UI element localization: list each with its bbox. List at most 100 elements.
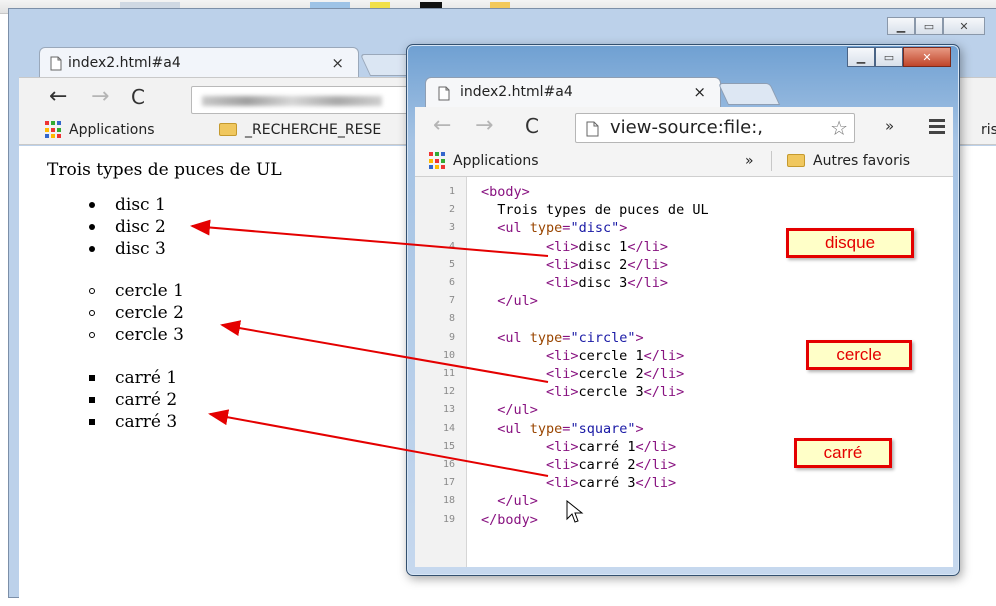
front-bookmarks-bar: Applications » Autres favoris — [415, 147, 953, 177]
back-arrow-icon[interactable]: ← — [49, 86, 67, 108]
folder-bookmark[interactable]: _RECHERCHE_RESE — [219, 122, 381, 138]
star-icon[interactable]: ☆ — [830, 116, 848, 140]
bookmarks-separator — [771, 151, 772, 171]
disc-bullet-icon — [89, 202, 95, 208]
source-text: Trois types de puces de UL — [481, 202, 709, 219]
source-text: </ul> — [481, 402, 538, 419]
back-arrow-icon[interactable]: ← — [433, 115, 451, 137]
source-text: <li>carré 2</li> — [481, 457, 677, 473]
folder-icon — [787, 154, 805, 167]
blurred-url — [202, 96, 382, 106]
annotation-cercle: cercle — [806, 340, 912, 370]
source-text: <ul type="square"> — [481, 420, 644, 437]
source-text: <body> — [481, 184, 530, 200]
truncated-bookmark[interactable]: ris — [981, 122, 996, 138]
line-number: 4 — [448, 240, 455, 252]
close-icon[interactable]: ✕ — [943, 17, 985, 35]
back-tab[interactable]: index2.html#a4 × — [39, 47, 359, 77]
circle-list: cercle 1 cercle 2 cercle 3 — [89, 280, 184, 346]
new-tab-button[interactable] — [717, 83, 781, 105]
line-number: 19 — [442, 513, 455, 525]
apps-bookmark[interactable]: Applications — [429, 152, 539, 170]
disc-list: disc 1 disc 2 disc 3 — [89, 194, 166, 260]
back-window-controls: ▁ ▭ ✕ — [887, 17, 985, 35]
other-bookmarks[interactable]: Autres favoris — [787, 153, 910, 169]
menu-icon[interactable] — [929, 119, 945, 137]
circle-bullet-icon — [89, 288, 95, 294]
extensions-chevron-icon[interactable]: » — [885, 117, 894, 135]
minimize-icon[interactable]: ▁ — [847, 47, 875, 67]
page-heading: Trois types de puces de UL — [47, 160, 282, 180]
circle-bullet-icon — [89, 332, 95, 338]
reload-icon[interactable]: C — [525, 115, 539, 137]
source-text: </ul> — [481, 493, 538, 510]
address-bar[interactable]: view-source:file:, ☆ — [575, 113, 855, 143]
forward-arrow-icon[interactable]: → — [475, 115, 493, 137]
source-text: <li>cercle 3</li> — [481, 384, 685, 401]
source-text: </ul> — [481, 293, 538, 310]
square-bullet-icon — [89, 419, 95, 425]
line-number: 15 — [442, 440, 455, 452]
line-number: 18 — [442, 495, 455, 507]
source-text: </body> — [481, 511, 538, 528]
folder-label: _RECHERCHE_RESE — [245, 122, 382, 138]
source-text: <li>disc 1</li> — [481, 238, 668, 255]
list-item: carré 1 — [89, 367, 177, 389]
line-number: 11 — [442, 368, 455, 379]
bookmarks-more-chevron[interactable]: » — [745, 153, 754, 169]
forward-arrow-icon[interactable]: → — [91, 86, 109, 108]
line-number: 12 — [442, 386, 455, 398]
source-text: <ul type="circle"> — [481, 329, 644, 346]
source-text: <li>disc 2</li> — [481, 256, 668, 273]
reload-icon[interactable]: C — [131, 86, 145, 108]
folder-icon — [219, 123, 237, 136]
mouse-cursor-icon — [566, 500, 584, 523]
line-number: 10 — [442, 349, 455, 361]
back-tab-title: index2.html#a4 — [68, 54, 181, 71]
source-text: <li>cercle 1</li> — [481, 347, 685, 364]
disc-bullet-icon — [89, 224, 95, 230]
square-bullet-icon — [89, 397, 95, 403]
close-icon[interactable]: ✕ — [903, 47, 951, 67]
line-number: 6 — [448, 277, 455, 288]
line-number: 8 — [448, 313, 455, 325]
apps-bookmark[interactable]: Applications — [45, 121, 155, 139]
page-icon — [50, 56, 62, 71]
page-icon — [438, 86, 450, 101]
line-number: 14 — [442, 422, 455, 434]
list-item: carré 3 — [89, 411, 177, 433]
line-number: 7 — [448, 295, 455, 307]
page-icon — [586, 121, 599, 137]
front-toolbar: ← → C view-source:file:, ☆ » — [415, 107, 953, 147]
tab-close-icon[interactable]: × — [331, 54, 344, 72]
apps-grid-icon — [429, 152, 447, 170]
list-item: cercle 1 — [89, 280, 184, 302]
front-tab[interactable]: index2.html#a4 × — [425, 77, 721, 107]
square-bullet-icon — [89, 375, 95, 381]
source-text: <li>cercle 2</li> — [481, 366, 685, 382]
address-text: view-source:file:, — [610, 117, 763, 138]
tab-close-icon[interactable]: × — [693, 83, 706, 101]
other-bookmarks-label: Autres favoris — [813, 153, 911, 169]
square-list: carré 1 carré 2 carré 3 — [89, 367, 177, 433]
list-item: cercle 2 — [89, 302, 184, 324]
maximize-icon[interactable]: ▭ — [875, 47, 903, 67]
line-number: 16 — [442, 459, 455, 470]
line-number: 9 — [448, 331, 455, 343]
disc-bullet-icon — [89, 246, 95, 252]
back-address-bar[interactable] — [191, 86, 431, 114]
minimize-icon[interactable]: ▁ — [887, 17, 915, 35]
apps-grid-icon — [45, 121, 63, 139]
list-item: disc 2 — [89, 216, 166, 238]
maximize-icon[interactable]: ▭ — [915, 17, 943, 35]
line-number: 2 — [448, 204, 455, 216]
list-item: carré 2 — [89, 389, 177, 411]
circle-bullet-icon — [89, 310, 95, 316]
front-tab-title: index2.html#a4 — [460, 84, 573, 100]
front-window-controls: ▁ ▭ ✕ — [847, 47, 951, 67]
list-item: cercle 3 — [89, 324, 184, 346]
source-text: <li>carré 3</li> — [481, 475, 677, 492]
source-text: <li>carré 1</li> — [481, 438, 677, 455]
annotation-carre: carré — [794, 438, 892, 468]
annotation-disque: disque — [786, 228, 914, 258]
